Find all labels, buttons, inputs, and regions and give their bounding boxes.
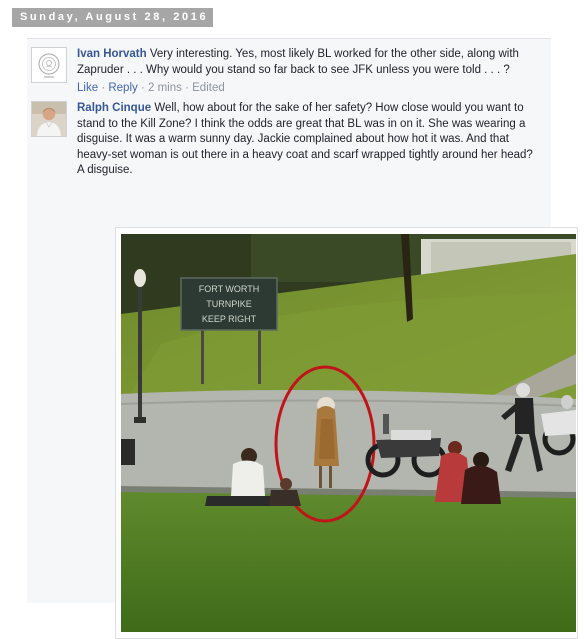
avatar[interactable] (31, 101, 67, 137)
date-header: Sunday, August 28, 2016 (12, 8, 213, 27)
edited-label[interactable]: Edited (192, 82, 225, 94)
attached-photo[interactable]: FORT WORTH TURNPIKE KEEP RIGHT (115, 227, 578, 639)
separator: · (101, 82, 106, 94)
sign-line-3: KEEP RIGHT (202, 314, 257, 324)
photo-scene: FORT WORTH TURNPIKE KEEP RIGHT (121, 234, 576, 632)
comment-timestamp[interactable]: 2 mins (148, 82, 182, 94)
sign-line-2: TURNPIKE (206, 299, 252, 309)
photo-dealey-plaza: FORT WORTH TURNPIKE KEEP RIGHT (121, 234, 576, 632)
comment-actions: Like · Reply · 2 mins · Edited (77, 81, 542, 95)
avatar[interactable] (31, 47, 67, 83)
person-avatar-icon (32, 102, 66, 136)
seal-avatar-icon (32, 48, 66, 82)
comment-body: Ivan Horvath Very interesting. Yes, most… (77, 47, 542, 95)
comments-panel: Ivan Horvath Very interesting. Yes, most… (27, 38, 578, 639)
sign-line-1: FORT WORTH (199, 284, 260, 294)
comment-author[interactable]: Ivan Horvath (77, 48, 147, 60)
separator: · (185, 82, 189, 94)
comment-body: Ralph Cinque Well, how about for the sak… (77, 101, 542, 179)
comment-author[interactable]: Ralph Cinque (77, 102, 151, 114)
like-link[interactable]: Like (77, 82, 98, 94)
reply-link[interactable]: Reply (108, 82, 137, 94)
separator: · (140, 82, 145, 94)
